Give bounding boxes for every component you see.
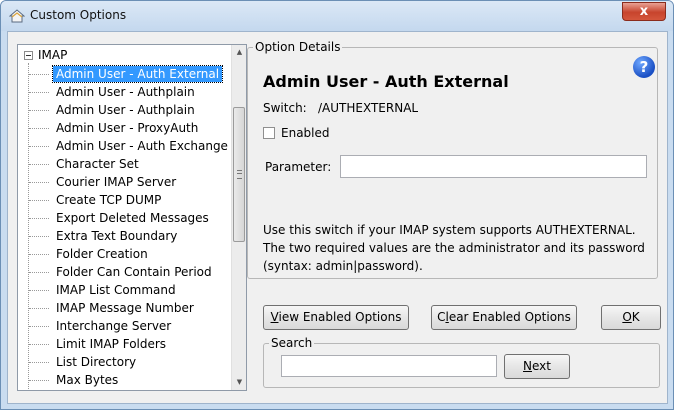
option-heading: Admin User - Auth External xyxy=(263,72,509,91)
tree-item[interactable]: IMAP Message Number xyxy=(53,300,197,316)
window-icon xyxy=(9,9,25,23)
view-button-mnemonic: V xyxy=(270,310,279,324)
tree-item[interactable]: Create TCP DUMP xyxy=(53,192,164,208)
dialog-client-area: IMAP Admin User - Auth External Admin Use… xyxy=(7,31,668,404)
tree-item[interactable]: Courier IMAP Server xyxy=(53,174,179,190)
window-title: Custom Options xyxy=(30,8,127,22)
tree-connector xyxy=(29,110,49,111)
scroll-down-button[interactable]: ▼ xyxy=(232,375,246,390)
tree-connector xyxy=(29,74,49,75)
tree-item[interactable]: Folder Creation xyxy=(53,246,151,262)
tree-connector xyxy=(29,200,49,201)
tree-item[interactable]: Admin User - ProxyAuth xyxy=(53,120,201,136)
ok-button-mnemonic: O xyxy=(622,310,632,324)
tree-item[interactable]: Interchange Server xyxy=(53,318,174,334)
tree-connector xyxy=(29,380,49,381)
ok-button[interactable]: OK xyxy=(601,305,661,330)
tree-connector xyxy=(29,272,49,273)
tree-connector xyxy=(29,362,49,363)
tree-connector xyxy=(29,128,49,129)
option-description: Use this switch if your IMAP system supp… xyxy=(263,223,645,273)
tree-connector xyxy=(29,164,49,165)
tree-item[interactable]: IMAP List Command xyxy=(53,282,179,298)
tree-item[interactable]: Admin User - Auth Exchange xyxy=(53,138,231,154)
ok-button-label: K xyxy=(631,310,640,324)
tree-item[interactable]: Folder Can Contain Period xyxy=(53,264,215,280)
tree-item[interactable]: Max Bytes xyxy=(53,372,121,388)
view-enabled-options-button[interactable]: View Enabled Options xyxy=(263,305,409,330)
tree-scrollbar[interactable]: ▲ ▼ xyxy=(231,45,246,390)
enabled-label[interactable]: Enabled xyxy=(281,126,330,140)
tree-connector xyxy=(29,308,49,309)
option-details-group: Option Details ? Admin User - Auth Exter… xyxy=(247,40,658,279)
tree-item[interactable]: Admin User - Authplain xyxy=(53,102,198,118)
chevron-down-icon: ▼ xyxy=(236,378,243,386)
title-bar[interactable]: Custom Options x xyxy=(1,1,673,31)
tree-item[interactable]: Character Set xyxy=(53,156,142,172)
tree-connector xyxy=(29,182,49,183)
tree-item[interactable]: Admin User - Auth External xyxy=(51,65,224,83)
next-button-mnemonic: N xyxy=(523,359,532,373)
view-button-label: iew Enabled Options xyxy=(278,310,402,324)
tree-connector xyxy=(29,92,49,93)
tree-connector xyxy=(29,254,49,255)
parameter-input[interactable] xyxy=(340,155,647,178)
next-button[interactable]: Next xyxy=(504,354,570,379)
tree-item[interactable]: Limit IMAP Folders xyxy=(53,336,169,352)
search-group: Search xyxy=(263,336,660,388)
tree-connector xyxy=(29,344,49,345)
collapse-icon[interactable] xyxy=(24,51,33,60)
tree-item[interactable]: Admin User - Authplain xyxy=(53,84,198,100)
tree-connector xyxy=(28,63,29,390)
scroll-thumb[interactable] xyxy=(233,107,245,242)
custom-options-window: Custom Options x IMAP Admin User - Auth … xyxy=(0,0,674,410)
tree-connector xyxy=(29,236,49,237)
scroll-up-button[interactable]: ▲ xyxy=(232,45,246,60)
tree-connector xyxy=(29,290,49,291)
clear-button-label: ear Enabled Options xyxy=(448,310,571,324)
grip-icon xyxy=(237,170,242,179)
tree-item[interactable]: Export Deleted Messages xyxy=(53,210,212,226)
close-icon: x xyxy=(639,4,649,19)
search-legend: Search xyxy=(269,336,315,350)
tree-connector xyxy=(29,326,49,327)
help-icon[interactable]: ? xyxy=(633,56,655,78)
tree-item[interactable]: Extra Text Boundary xyxy=(53,228,180,244)
switch-value: /AUTHEXTERNAL xyxy=(318,101,419,115)
option-details-legend: Option Details xyxy=(253,40,343,54)
parameter-label: Parameter: xyxy=(265,160,332,174)
next-button-label: ext xyxy=(532,359,551,373)
chevron-up-icon: ▲ xyxy=(236,48,243,56)
tree-connector xyxy=(29,146,49,147)
tree-item[interactable]: List Directory xyxy=(53,354,139,370)
tree-root-label: IMAP xyxy=(38,48,68,62)
options-tree[interactable]: IMAP Admin User - Auth External Admin Use… xyxy=(17,44,247,391)
tree-connector xyxy=(29,218,49,219)
close-button[interactable]: x xyxy=(622,2,666,21)
search-input[interactable] xyxy=(281,355,497,377)
clear-enabled-options-button[interactable]: Clear Enabled Options xyxy=(431,305,577,330)
enabled-checkbox[interactable] xyxy=(263,127,275,139)
switch-label: Switch: xyxy=(263,101,307,115)
